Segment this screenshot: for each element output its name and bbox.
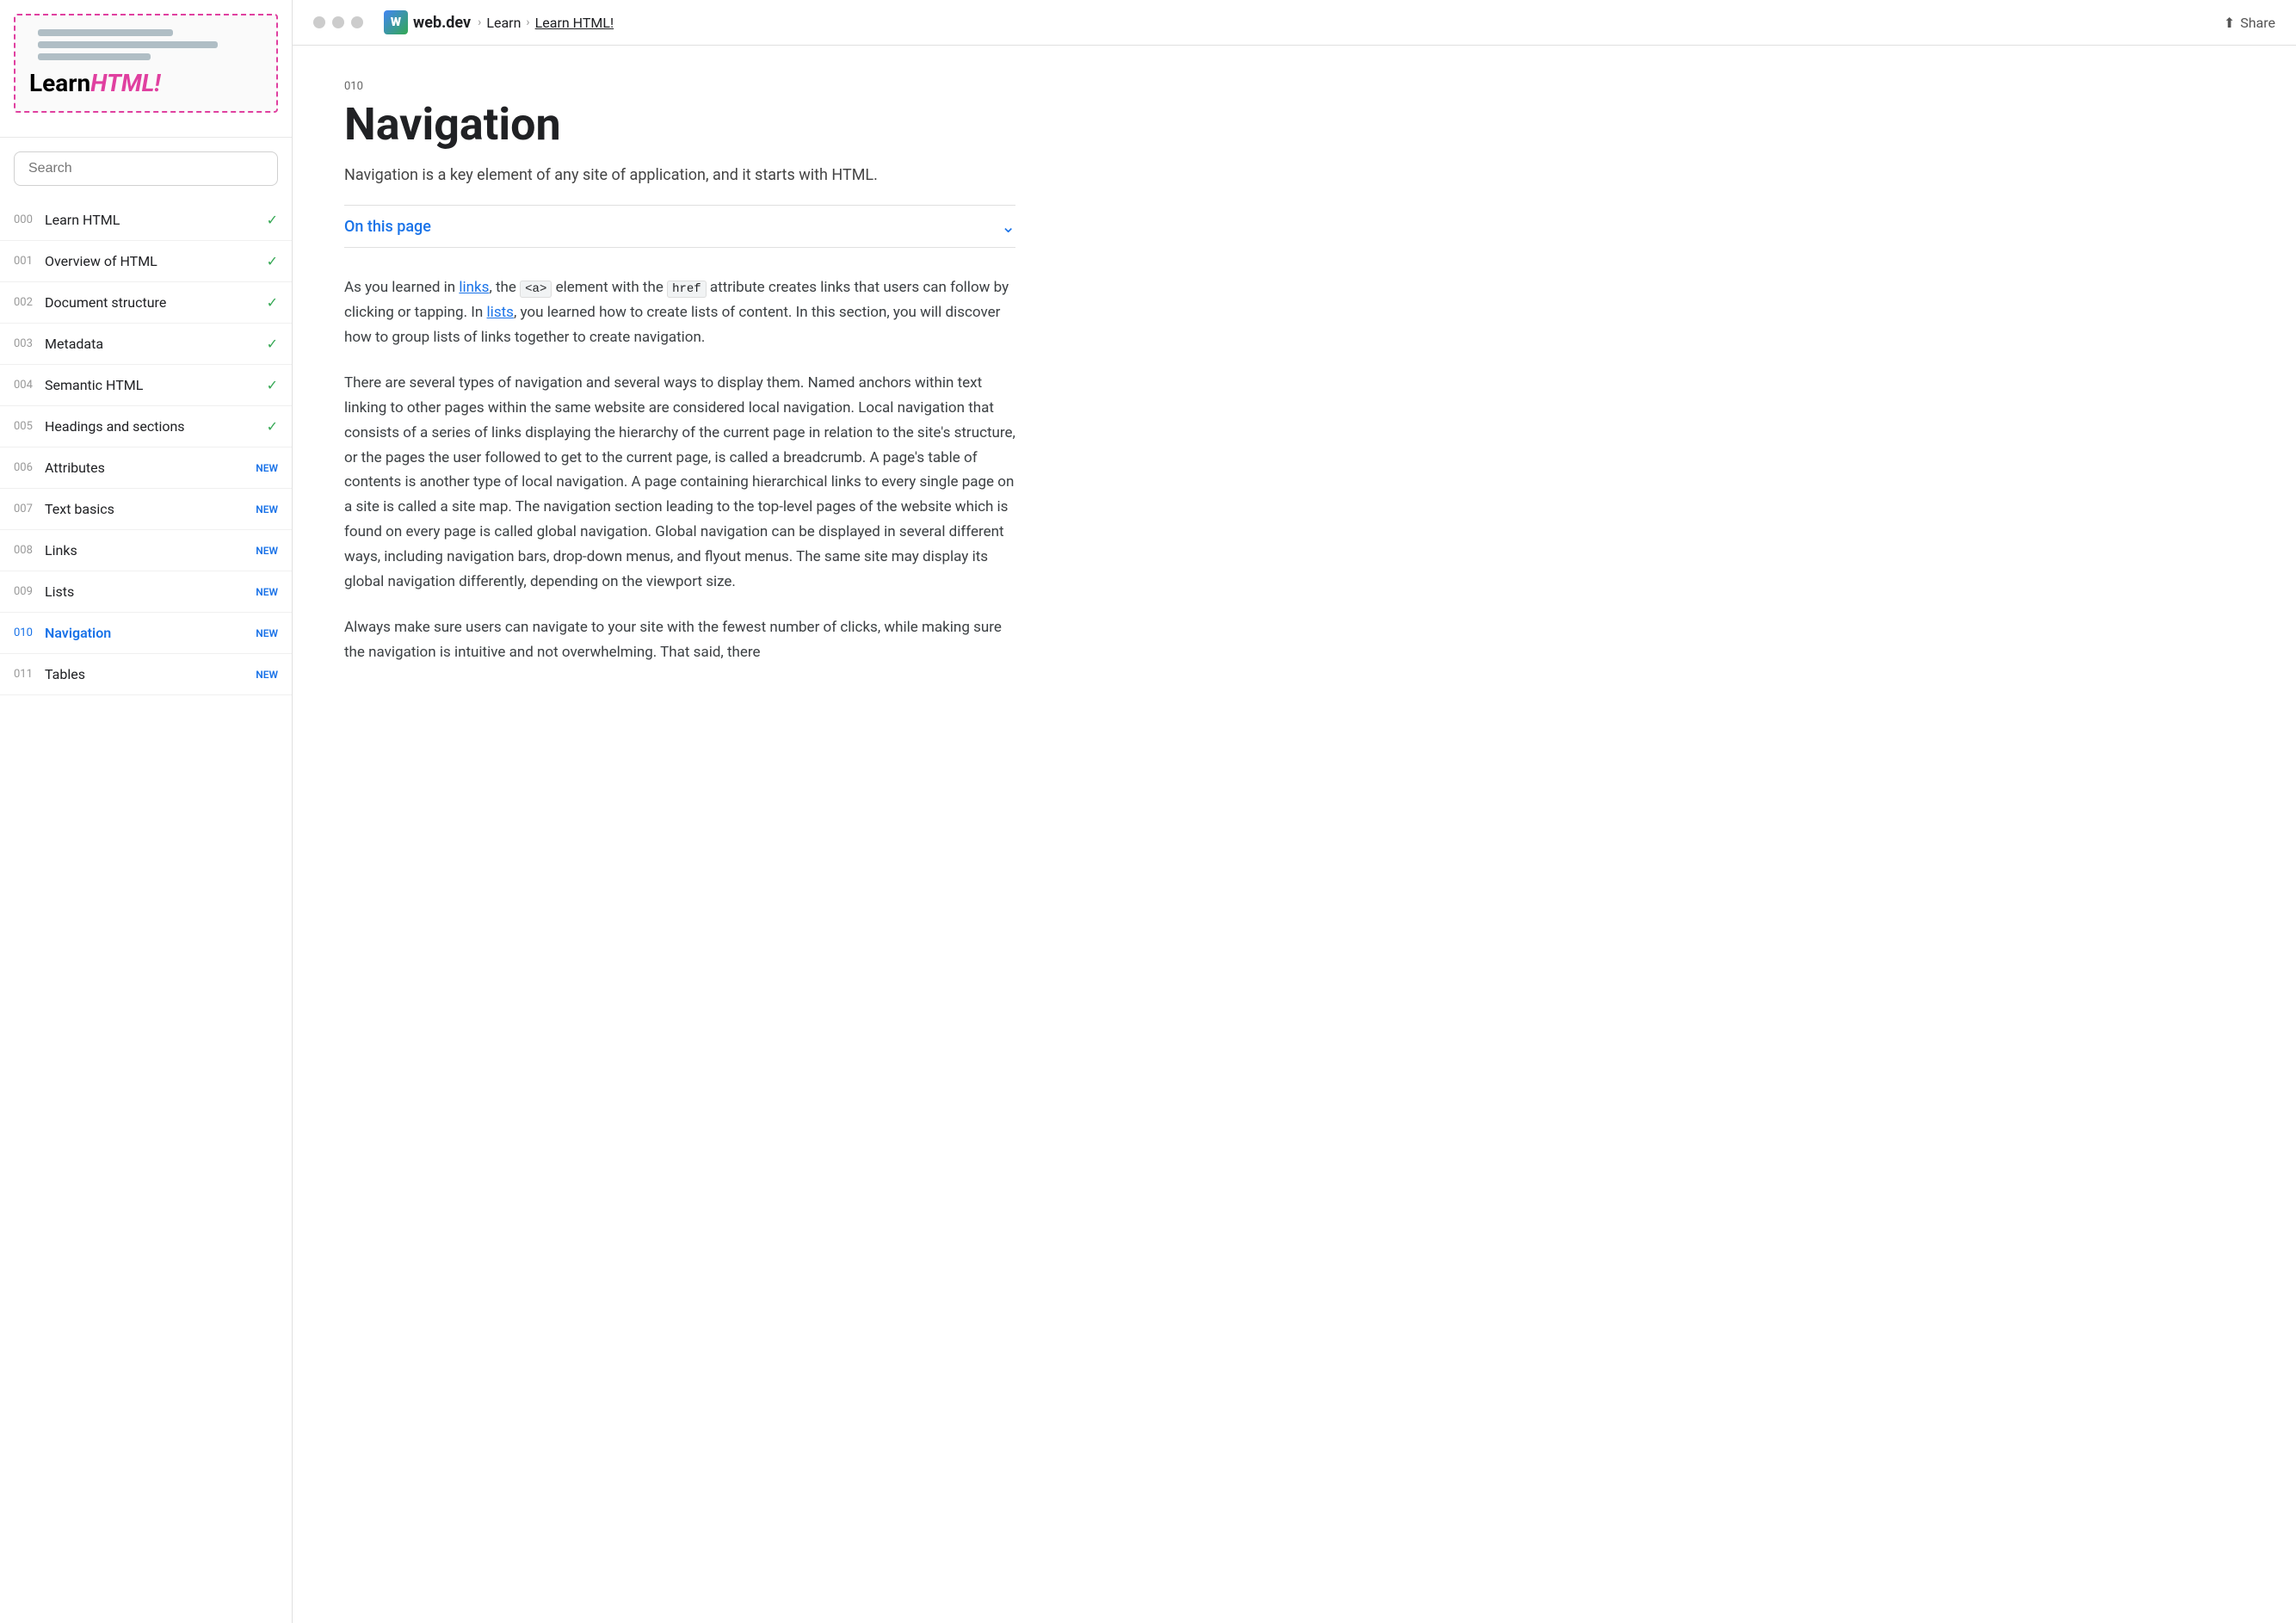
search-box[interactable] (14, 151, 278, 186)
browser-btn-close (313, 16, 325, 28)
breadcrumb-sep-2: › (526, 15, 529, 29)
nav-item-badge-008: NEW (256, 545, 278, 557)
main-area: W web.dev › Learn › Learn HTML! ⬆ Share … (293, 0, 2296, 1623)
links-link[interactable]: links (459, 279, 489, 296)
nav-item-000[interactable]: 000Learn HTML ✓ (0, 200, 292, 241)
breadcrumb-sep-1: › (478, 15, 481, 29)
preview-line-1 (38, 29, 173, 36)
share-icon: ⬆ (2224, 15, 2235, 31)
browser-controls (313, 16, 363, 28)
nav-item-label-002: Document structure (45, 294, 260, 311)
article-title: Navigation (344, 100, 1015, 149)
nav-item-badge-007: NEW (256, 503, 278, 515)
nav-item-num-004: 004 (14, 379, 45, 392)
nav-item-label-004: Semantic HTML (45, 377, 260, 393)
nav-item-badge-006: NEW (256, 462, 278, 474)
nav-item-badge-010: NEW (256, 627, 278, 639)
nav-item-num-003: 003 (14, 337, 45, 350)
nav-item-badge-009: NEW (256, 586, 278, 598)
nav-item-004[interactable]: 004Semantic HTML ✓ (0, 365, 292, 406)
article-paragraph-1: As you learned in links, the <a> element… (344, 275, 1015, 350)
nav-item-num-007: 007 (14, 503, 45, 515)
nav-item-num-008: 008 (14, 544, 45, 557)
breadcrumb: › Learn › Learn HTML! (478, 15, 614, 31)
share-button[interactable]: ⬆ Share (2224, 15, 2275, 31)
browser-btn-minimize (332, 16, 344, 28)
nav-item-label-001: Overview of HTML (45, 253, 260, 269)
nav-item-num-006: 006 (14, 461, 45, 474)
nav-item-check-001: ✓ (267, 253, 278, 269)
nav-item-002[interactable]: 002Document structure ✓ (0, 282, 292, 324)
article-paragraph-2: There are several types of navigation an… (344, 371, 1015, 595)
nav-item-008[interactable]: 008Links NEW (0, 530, 292, 571)
nav-item-label-008: Links (45, 542, 249, 558)
sidebar: LearnHTML! 000Learn HTML✓001Overview of … (0, 0, 293, 1623)
webdev-logo-icon: W (384, 10, 408, 34)
nav-item-num-010: 010 (14, 626, 45, 639)
article-body: As you learned in links, the <a> element… (344, 275, 1015, 664)
content-area: 010 Navigation Navigation is a key eleme… (293, 46, 1067, 1623)
nav-item-num-011: 011 (14, 668, 45, 681)
nav-item-007[interactable]: 007Text basics NEW (0, 489, 292, 530)
chevron-down-icon: ⌄ (1001, 216, 1015, 237)
logo-title: LearnHTML! (29, 69, 262, 97)
nav-item-check-000: ✓ (267, 212, 278, 228)
logo-html-text: HTML! (90, 69, 160, 97)
lists-link[interactable]: lists (487, 304, 514, 321)
nav-item-num-002: 002 (14, 296, 45, 309)
nav-item-label-007: Text basics (45, 501, 249, 517)
nav-item-check-004: ✓ (267, 377, 278, 393)
article-subtitle: Navigation is a key element of any site … (344, 166, 1015, 184)
nav-item-num-009: 009 (14, 585, 45, 598)
nav-item-003[interactable]: 003Metadata ✓ (0, 324, 292, 365)
top-nav-left: W web.dev › Learn › Learn HTML! (313, 10, 614, 34)
nav-item-011[interactable]: 011Tables NEW (0, 654, 292, 695)
nav-item-010[interactable]: 010Navigation NEW (0, 613, 292, 654)
nav-list: 000Learn HTML✓001Overview of HTML✓002Doc… (0, 200, 292, 695)
a-element-code: <a> (520, 281, 552, 298)
href-attr-code: href (667, 281, 707, 298)
nav-item-num-001: 001 (14, 255, 45, 268)
article-paragraph-3: Always make sure users can navigate to y… (344, 615, 1015, 665)
webdev-logo[interactable]: W web.dev (384, 10, 471, 34)
nav-item-check-005: ✓ (267, 418, 278, 435)
browser-btn-maximize (351, 16, 363, 28)
nav-item-badge-011: NEW (256, 669, 278, 681)
breadcrumb-current[interactable]: Learn HTML! (535, 15, 614, 31)
breadcrumb-learn-link[interactable]: Learn (486, 15, 521, 31)
nav-item-check-002: ✓ (267, 294, 278, 311)
logo-preview: LearnHTML! (14, 14, 278, 113)
nav-item-006[interactable]: 006Attributes NEW (0, 447, 292, 489)
nav-item-005[interactable]: 005Headings and sections ✓ (0, 406, 292, 447)
nav-item-label-005: Headings and sections (45, 418, 260, 435)
sidebar-logo-area: LearnHTML! (0, 0, 292, 138)
on-this-page-label: On this page (344, 218, 431, 236)
nav-item-009[interactable]: 009Lists NEW (0, 571, 292, 613)
nav-item-label-003: Metadata (45, 336, 260, 352)
nav-item-001[interactable]: 001Overview of HTML ✓ (0, 241, 292, 282)
logo-learn-text: Learn (29, 69, 90, 97)
webdev-site-name: web.dev (413, 14, 471, 32)
nav-item-label-011: Tables (45, 666, 249, 682)
nav-item-check-003: ✓ (267, 336, 278, 352)
nav-item-num-000: 000 (14, 213, 45, 226)
search-input[interactable] (14, 151, 278, 186)
nav-item-label-000: Learn HTML (45, 212, 260, 228)
share-label: Share (2240, 15, 2275, 31)
nav-item-label-010: Navigation (45, 625, 249, 641)
preview-line-2 (38, 41, 218, 48)
nav-item-num-005: 005 (14, 420, 45, 433)
nav-item-label-006: Attributes (45, 460, 249, 476)
preview-lines (38, 29, 262, 60)
preview-line-3 (38, 53, 151, 60)
nav-item-label-009: Lists (45, 583, 249, 600)
top-nav: W web.dev › Learn › Learn HTML! ⬆ Share (293, 0, 2296, 46)
article-num: 010 (344, 80, 1015, 93)
on-this-page-toggle[interactable]: On this page ⌄ (344, 205, 1015, 248)
